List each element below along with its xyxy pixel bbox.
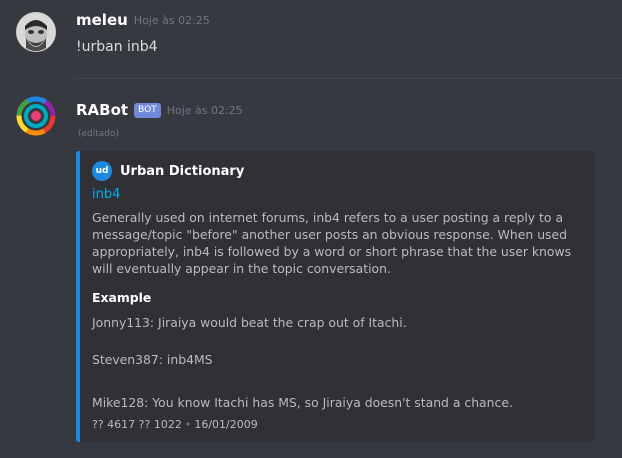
avatar[interactable]: [16, 96, 56, 136]
embed-footer: ?? 4617 ?? 1022 • 16/01/2009: [92, 418, 258, 431]
embed-author: ud Urban Dictionary: [92, 161, 244, 181]
avatar[interactable]: [16, 12, 56, 52]
embed-description: Generally used on internet forums, inb4 …: [92, 210, 572, 276]
embed-title-link[interactable]: inb4: [92, 187, 120, 202]
footer-date: 16/01/2009: [194, 418, 258, 431]
timestamp: Hoje às 02:25: [133, 13, 210, 27]
message-content: !urban inb4: [76, 39, 158, 55]
edited-label: (editado): [78, 129, 120, 139]
footer-votes: ?? 4617 ?? 1022: [92, 418, 182, 431]
embed-author-name: Urban Dictionary: [120, 163, 245, 179]
message-divider: [74, 78, 622, 79]
embed: ud Urban Dictionary inb4 Generally used …: [76, 151, 594, 442]
author-name[interactable]: RABot: [76, 101, 128, 119]
embed-field-line: Steven387: inb4MS: [92, 352, 213, 367]
footer-separator: •: [184, 418, 192, 431]
author-name[interactable]: meleu: [76, 11, 128, 29]
bot-tag: BOT: [134, 102, 161, 118]
timestamp: Hoje às 02:25: [166, 103, 243, 117]
embed-field-line: Mike128: You know Itachi has MS, so Jira…: [92, 395, 513, 410]
embed-field-name: Example: [92, 290, 152, 305]
embed-field-line: Jonny113: Jiraiya would beat the crap ou…: [92, 315, 407, 330]
urban-dictionary-icon: ud: [92, 161, 112, 181]
